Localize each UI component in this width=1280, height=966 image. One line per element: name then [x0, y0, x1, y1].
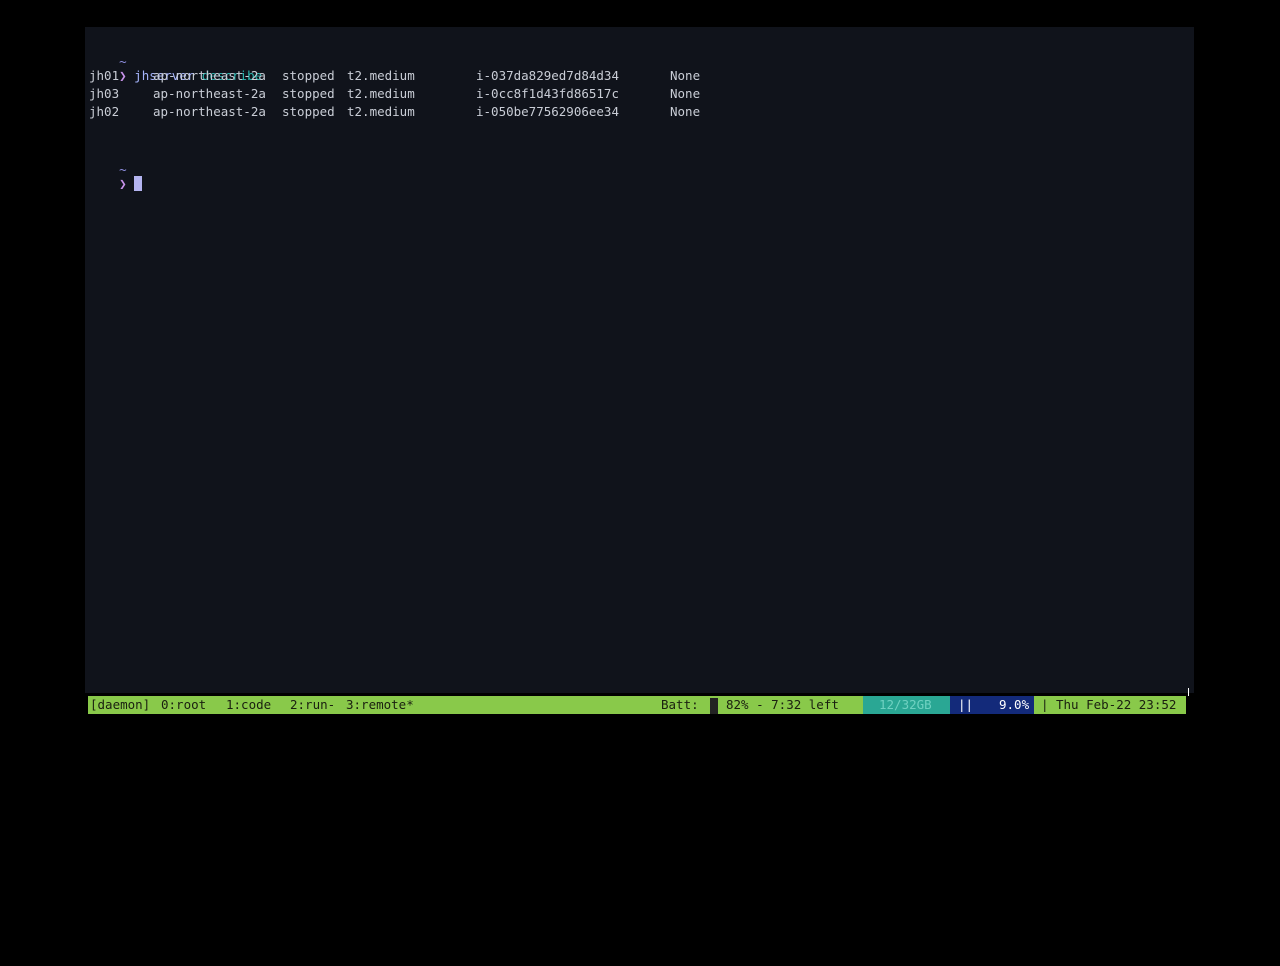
window-tab-run[interactable]: 2:run- — [290, 696, 335, 714]
tmux-status-bar: [daemon] 0:root 1:code 2:run- 3:remote* … — [88, 696, 1186, 714]
instance-type: t2.medium — [347, 68, 415, 83]
memory-usage: 12/32GB — [879, 697, 932, 712]
input-line[interactable]: ❯ — [89, 157, 143, 191]
output-row: jh02 ap-northeast-2a stopped t2.medium i… — [89, 103, 789, 121]
instance-type: t2.medium — [347, 86, 415, 101]
instance-name: jh01 — [89, 68, 120, 83]
instance-id: i-0cc8f1d43fd86517c — [476, 86, 619, 101]
command-line: ❯ jhserver describe — [89, 49, 262, 83]
instance-region: ap-northeast-2a — [153, 68, 266, 83]
instance-region: ap-northeast-2a — [153, 104, 266, 119]
instance-ip: None — [670, 86, 701, 101]
battery-label: Batt: — [661, 697, 699, 712]
clock: Thu Feb-22 23:52 — [1056, 697, 1177, 712]
session-name: [daemon] — [90, 697, 151, 712]
prompt-symbol: ❯ — [119, 176, 127, 191]
instance-state: stopped — [282, 104, 335, 119]
window-tab-root[interactable]: 0:root — [161, 696, 206, 714]
cpu-segment: || 9.0% — [950, 696, 1034, 714]
mouse-pointer-icon — [1188, 688, 1189, 696]
terminal-window[interactable]: ~ ❯ jhserver describe jh01 ap-northeast-… — [85, 27, 1194, 693]
instance-name: jh02 — [89, 104, 120, 119]
instance-region: ap-northeast-2a — [153, 86, 266, 101]
instance-type: t2.medium — [347, 104, 415, 119]
battery-status: 82% - 7:32 left — [726, 697, 839, 712]
cpu-graph: || — [958, 697, 974, 712]
instance-ip: None — [670, 68, 701, 83]
status-separator: | — [1041, 697, 1049, 712]
text-cursor[interactable] — [134, 176, 143, 191]
memory-segment: 12/32GB — [863, 696, 956, 714]
output-row: jh01 ap-northeast-2a stopped t2.medium i… — [89, 67, 789, 85]
instance-ip: None — [670, 104, 701, 119]
instance-state: stopped — [282, 68, 335, 83]
cpu-usage: 9.0% — [999, 697, 1030, 712]
instance-state: stopped — [282, 86, 335, 101]
instance-id: i-037da829ed7d84d34 — [476, 68, 619, 83]
window-tab-code[interactable]: 1:code — [226, 696, 271, 714]
instance-id: i-050be77562906ee34 — [476, 104, 619, 119]
battery-icon — [710, 698, 718, 714]
output-row: jh03 ap-northeast-2a stopped t2.medium i… — [89, 85, 789, 103]
instance-name: jh03 — [89, 86, 120, 101]
window-tab-remote[interactable]: 3:remote* — [346, 696, 414, 714]
